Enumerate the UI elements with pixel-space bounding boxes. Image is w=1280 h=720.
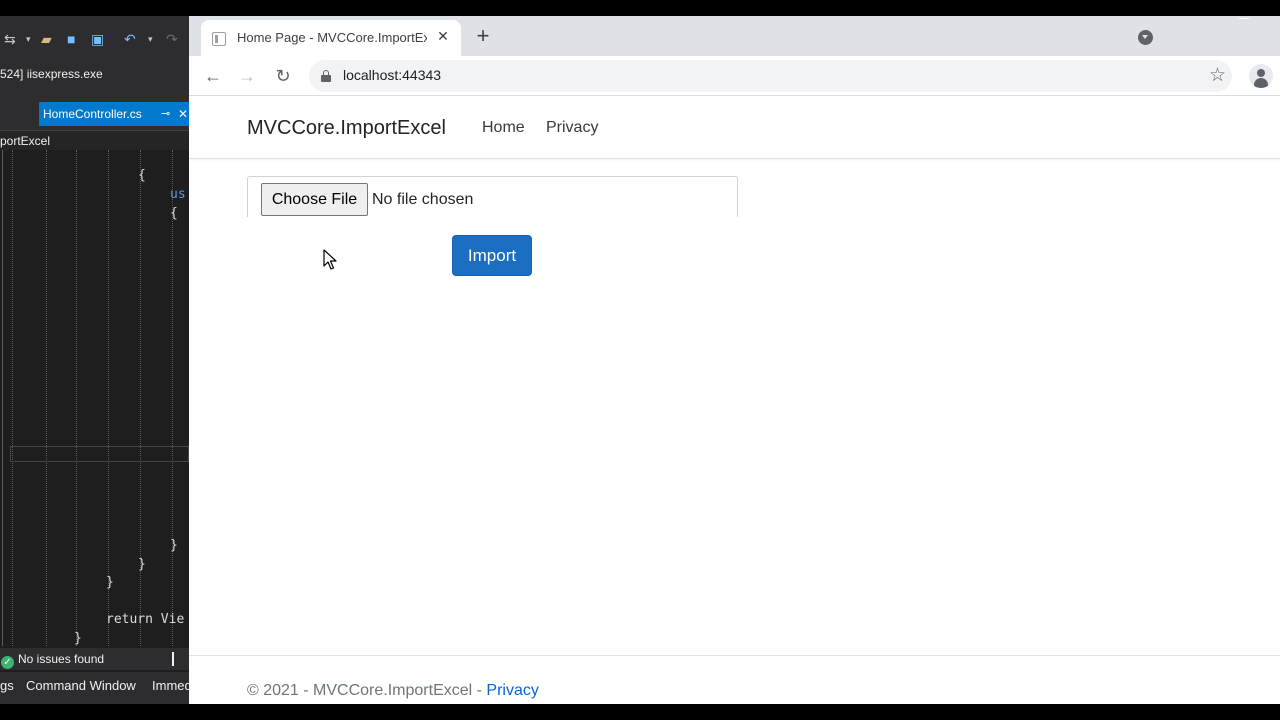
nav-home-link[interactable]: Home [482, 119, 525, 137]
indent-guide [172, 150, 173, 646]
vs-toolbar: ⇆ ▾ ▰ ■ ▣ ↶ ▾ ↷ [0, 16, 189, 62]
web-page: MVCCore.ImportExcel Home Privacy Choose … [189, 97, 1280, 704]
vs-breadcrumb[interactable]: portExcel [0, 130, 189, 150]
chrome-window: Home Page - MVCCore.ImportExcel ✕ + ← → … [189, 16, 1280, 704]
back-button[interactable]: ← [201, 64, 225, 88]
undo-icon[interactable]: ↶ [124, 31, 136, 47]
code-line: } [138, 557, 146, 572]
tab-title: Home Page - MVCCore.ImportExcel [237, 30, 427, 45]
tab-strip: Home Page - MVCCore.ImportExcel ✕ + [189, 16, 1280, 56]
minimize-icon[interactable] [1239, 18, 1249, 19]
current-line-highlight [10, 446, 189, 462]
vs-status-text: No issues found [18, 652, 105, 666]
divider [172, 652, 174, 666]
chevron-down-icon[interactable]: ▾ [26, 31, 31, 47]
indent-guide [108, 150, 109, 646]
footer-text: © 2021 - MVCCore.ImportExcel - Privacy [247, 682, 539, 700]
close-icon[interactable]: ✕ [435, 28, 451, 44]
tab-search-icon[interactable] [1138, 30, 1153, 45]
reload-button[interactable]: ↻ [271, 64, 295, 88]
address-bar[interactable]: localhost:44343 ☆ [309, 60, 1232, 92]
indent-guide [2, 150, 3, 646]
code-line: { [138, 168, 146, 183]
check-circle-icon: ✓ [1, 656, 14, 669]
code-line: } [106, 575, 114, 590]
lock-icon[interactable] [321, 70, 331, 82]
mouse-cursor-icon [323, 249, 337, 270]
open-folder-icon[interactable]: ▰ [41, 31, 52, 47]
site-footer: © 2021 - MVCCore.ImportExcel - Privacy [189, 655, 1280, 704]
vs-document-tabs: HomeController.cs ⊸ ✕ [0, 86, 189, 136]
redo-icon[interactable]: ↷ [166, 31, 178, 47]
vs-tab-label: HomeController.cs [43, 107, 142, 121]
import-button[interactable]: Import [452, 235, 532, 276]
footer-copyright: © 2021 - MVCCore.ImportExcel - [247, 682, 487, 699]
save-icon[interactable]: ■ [67, 31, 75, 47]
indent-guide [46, 150, 47, 646]
choose-file-button[interactable]: Choose File [261, 183, 368, 216]
site-brand-link[interactable]: MVCCore.ImportExcel [247, 117, 446, 140]
file-status-text: No file chosen [372, 191, 474, 208]
forward-button[interactable]: → [235, 64, 259, 88]
bookmark-star-icon[interactable]: ☆ [1209, 64, 1226, 88]
indent-guide [76, 150, 77, 646]
chevron-down-icon[interactable]: ▾ [148, 31, 153, 47]
code-line: } [170, 538, 178, 553]
vs-nav-icon[interactable]: ⇆ [4, 31, 16, 47]
code-line: return Vie [106, 612, 185, 627]
file-input-container: Choose File No file chosen [247, 176, 738, 217]
code-line: } [74, 631, 82, 646]
vs-tool-window-tabs: gs Command Window Immed [0, 672, 189, 704]
new-tab-button[interactable]: + [473, 24, 493, 48]
code-line: { [170, 206, 178, 221]
page-favicon-icon [212, 32, 226, 46]
vs-tab-homecontroller[interactable]: HomeController.cs ⊸ ✕ [39, 102, 189, 126]
profile-avatar-icon[interactable] [1249, 64, 1273, 88]
vs-issues-status[interactable]: ✓ No issues found [0, 648, 189, 670]
site-navbar: MVCCore.ImportExcel Home Privacy [189, 97, 1280, 159]
pin-icon[interactable]: ⊸ [161, 102, 170, 126]
vs-tab-command-window[interactable]: Command Window [26, 672, 136, 700]
vs-tab-output[interactable]: gs [0, 672, 14, 700]
vs-tab-immediate[interactable]: Immed [152, 672, 189, 700]
code-line: us [170, 187, 186, 202]
footer-privacy-link[interactable]: Privacy [486, 682, 538, 699]
save-all-icon[interactable]: ▣ [91, 31, 104, 47]
browser-tab-home[interactable]: Home Page - MVCCore.ImportExcel ✕ [201, 20, 461, 56]
nav-privacy-link[interactable]: Privacy [546, 119, 598, 137]
vs-code-editor[interactable]: { us { } } } return Vie } [0, 150, 189, 646]
vs-process-selector[interactable]: 524] iisexpress.exe [0, 62, 189, 86]
visual-studio-window: ⇆ ▾ ▰ ■ ▣ ↶ ▾ ↷ 524] iisexpress.exe Home… [0, 16, 189, 704]
indent-guide [12, 150, 13, 646]
browser-toolbar: ← → ↻ localhost:44343 ☆ [189, 56, 1280, 96]
close-icon[interactable]: ✕ [178, 102, 188, 126]
url-text: localhost:44343 [343, 67, 442, 83]
